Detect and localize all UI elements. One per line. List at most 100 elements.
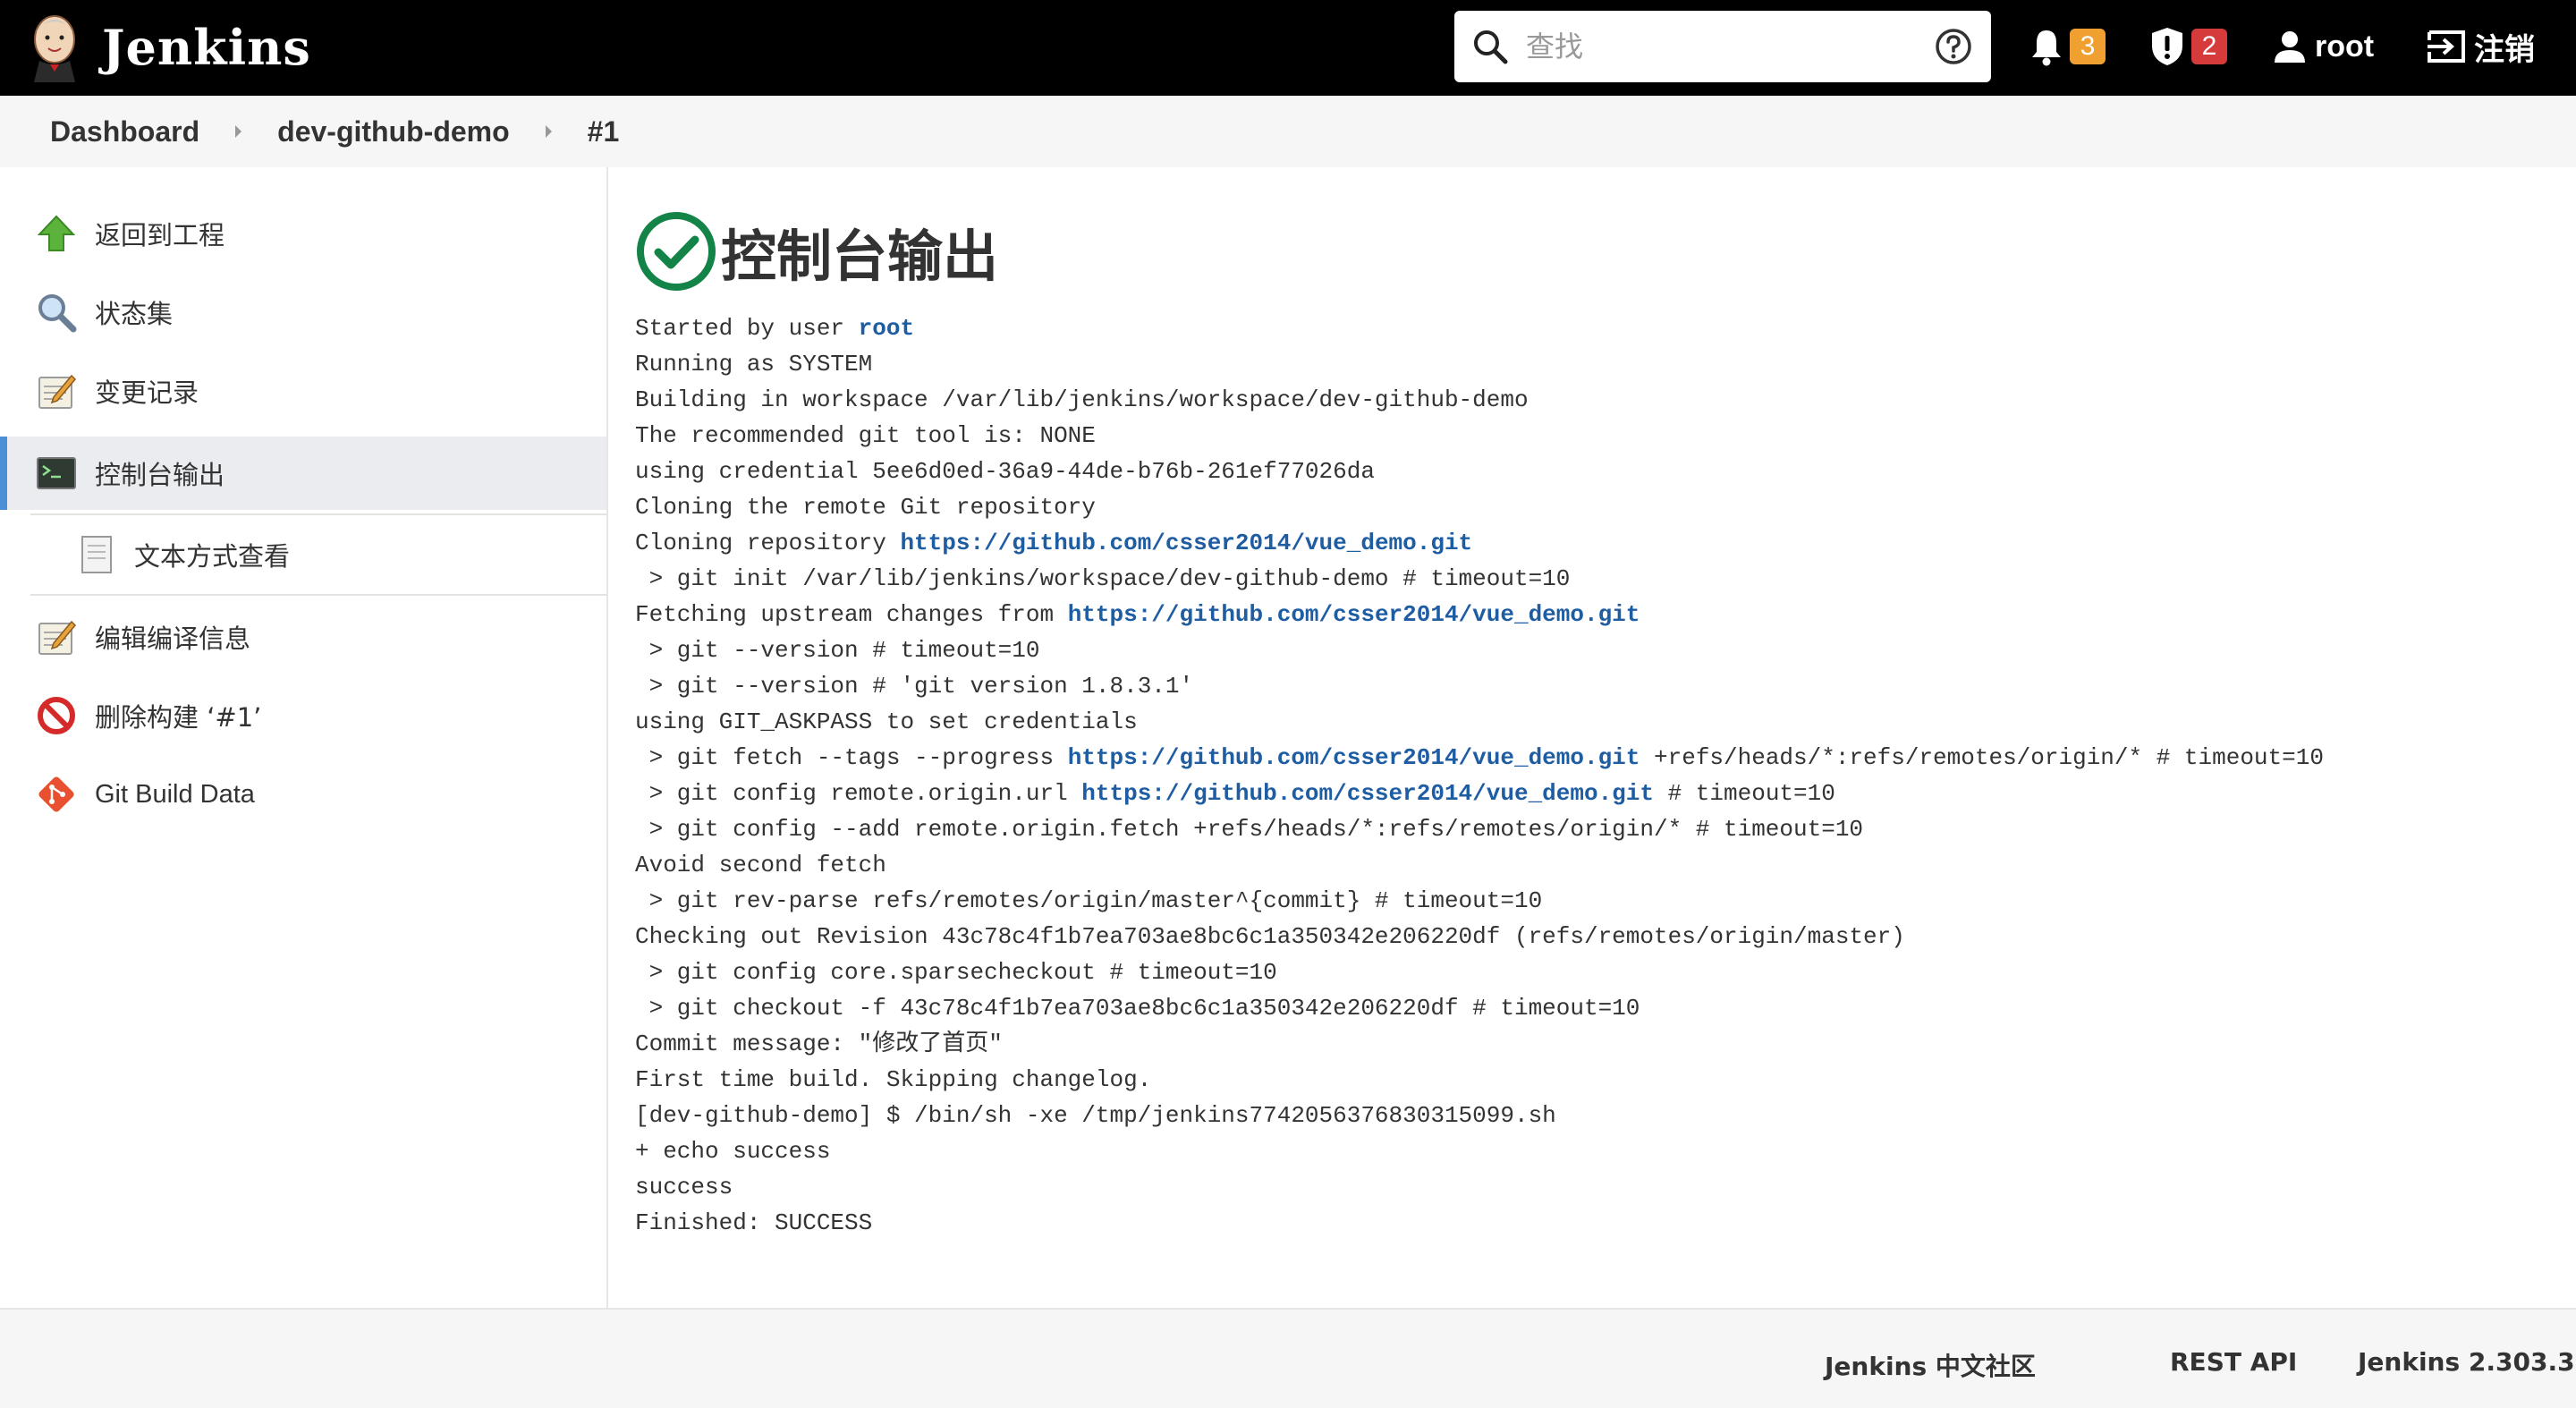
- console-line: Commit message: "修改了首页": [635, 1026, 2567, 1062]
- chevron-right-icon[interactable]: [235, 125, 242, 138]
- chevron-right-icon[interactable]: [545, 125, 552, 138]
- console-text: > git fetch --tags --progress: [635, 744, 1068, 771]
- console-text: Building in workspace /var/lib/jenkins/w…: [635, 386, 1529, 413]
- console-link[interactable]: https://github.com/csser2014/vue_demo.gi…: [1068, 744, 1640, 771]
- console-text: Cloning the remote Git repository: [635, 494, 1096, 521]
- console-text: > git checkout -f 43c78c4f1b7ea703ae8bc6…: [635, 995, 1640, 1022]
- notepad-icon: [38, 374, 77, 409]
- console-text: > git config --add remote.origin.fetch +…: [635, 816, 1864, 843]
- console-link[interactable]: https://github.com/csser2014/vue_demo.gi…: [1081, 780, 1654, 807]
- notifications-badge: 3: [2070, 29, 2106, 64]
- console-text: > git config remote.origin.url: [635, 780, 1082, 807]
- console-text: using credential 5ee6d0ed-36a9-44de-b76b…: [635, 458, 1375, 485]
- sidebar-item-console-output[interactable]: 控制台输出: [0, 437, 606, 510]
- footer-rest-api-link[interactable]: REST API: [2170, 1347, 2297, 1377]
- console-text: Started by user: [635, 315, 859, 342]
- bell-icon: [2032, 30, 2061, 66]
- jenkins-logo[interactable]: Jenkins: [27, 13, 311, 82]
- console-line: Cloning the remote Git repository: [635, 489, 2567, 525]
- console-line: success: [635, 1169, 2567, 1205]
- user-name: root: [2315, 29, 2375, 64]
- notifications-button[interactable]: 3: [2029, 25, 2106, 68]
- console-line: > git init /var/lib/jenkins/workspace/de…: [635, 561, 2567, 597]
- app-name: Jenkins: [102, 19, 311, 76]
- console-text: Avoid second fetch: [635, 852, 886, 878]
- console-line: Checking out Revision 43c78c4f1b7ea703ae…: [635, 919, 2567, 954]
- footer-version-link[interactable]: Jenkins 2.303.3: [2358, 1347, 2575, 1377]
- logout-label: 注销: [2474, 31, 2535, 68]
- sidebar-item-changes[interactable]: 变更记录: [0, 354, 606, 428]
- sidebar-item-git-build-data[interactable]: Git Build Data: [0, 758, 606, 831]
- console-line: + echo success: [635, 1133, 2567, 1169]
- search-input[interactable]: [1526, 23, 1884, 70]
- console-line: Finished: SUCCESS: [635, 1205, 2567, 1241]
- console-line: > git --version # 'git version 1.8.3.1': [635, 668, 2567, 704]
- console-link[interactable]: root: [859, 315, 914, 342]
- console-link[interactable]: https://github.com/csser2014/vue_demo.gi…: [1068, 601, 1640, 628]
- user-icon: [2275, 31, 2305, 63]
- sidebar: 返回到工程 状态集 变更记录 控制台输出 文本方式查看 编辑编译信息 删除构建 …: [0, 167, 608, 1308]
- console-text: > git --version # 'git version 1.8.3.1': [635, 673, 1194, 700]
- console-line: First time build. Skipping changelog.: [635, 1062, 2567, 1098]
- breadcrumb-build[interactable]: #1: [588, 115, 620, 148]
- console-line: [dev-github-demo] $ /bin/sh -xe /tmp/jen…: [635, 1098, 2567, 1133]
- console-text: > git init /var/lib/jenkins/workspace/de…: [635, 565, 1571, 592]
- console-text: success: [635, 1174, 733, 1200]
- logout-button[interactable]: 注销: [2426, 25, 2535, 68]
- console-text: + echo success: [635, 1138, 831, 1165]
- git-icon: [38, 776, 74, 812]
- console-text: Fetching upstream changes from: [635, 601, 1068, 628]
- console-text: > git config core.sparsecheckout # timeo…: [635, 959, 1277, 986]
- sidebar-item-status[interactable]: 状态集: [0, 276, 606, 349]
- console-line: Started by user root: [635, 310, 2567, 346]
- console-line: > git --version # timeout=10: [635, 632, 2567, 668]
- console-link[interactable]: https://github.com/csser2014/vue_demo.gi…: [900, 530, 1472, 556]
- terminal-icon: [37, 457, 76, 489]
- console-text: Finished: SUCCESS: [635, 1209, 873, 1236]
- console-text: [dev-github-demo] $ /bin/sh -xe /tmp/jen…: [635, 1102, 1556, 1129]
- console-line: The recommended git tool is: NONE: [635, 418, 2567, 454]
- up-arrow-icon: [37, 215, 76, 251]
- jenkins-butler-icon: [34, 15, 75, 82]
- console-text: > git rev-parse refs/remotes/origin/mast…: [635, 887, 1543, 914]
- footer-community-link[interactable]: Jenkins 中文社区: [1825, 1347, 2036, 1383]
- console-text: Checking out Revision 43c78c4f1b7ea703ae…: [635, 923, 1905, 950]
- console-line: > git config remote.origin.url https://g…: [635, 776, 2567, 811]
- console-text: Commit message: "修改了首页": [635, 1031, 1003, 1057]
- breadcrumb-project[interactable]: dev-github-demo: [277, 115, 510, 148]
- sidebar-item-plain-text[interactable]: 文本方式查看: [0, 518, 606, 591]
- console-text: The recommended git tool is: NONE: [635, 422, 1096, 449]
- console-text: > git --version # timeout=10: [635, 637, 1040, 664]
- breadcrumb-dashboard[interactable]: Dashboard: [50, 115, 199, 148]
- divider: [30, 594, 606, 596]
- document-icon: [81, 536, 112, 573]
- security-badge: 2: [2191, 29, 2227, 64]
- console-line: Building in workspace /var/lib/jenkins/w…: [635, 382, 2567, 418]
- sidebar-item-edit-build-info[interactable]: 编辑编译信息: [0, 600, 606, 674]
- search-box[interactable]: [1454, 11, 1991, 82]
- logout-icon: [2428, 30, 2465, 63]
- shield-alert-icon: [2152, 28, 2182, 65]
- console-line: using credential 5ee6d0ed-36a9-44de-b76b…: [635, 454, 2567, 489]
- search-icon: [1474, 30, 1508, 64]
- notepad-icon: [38, 620, 77, 655]
- top-header: Jenkins 3 2 root: [0, 0, 2576, 96]
- console-line: > git checkout -f 43c78c4f1b7ea703ae8bc6…: [635, 990, 2567, 1026]
- user-menu[interactable]: root: [2272, 25, 2374, 68]
- console-line: > git rev-parse refs/remotes/origin/mast…: [635, 883, 2567, 919]
- success-check-icon: [637, 212, 716, 291]
- security-button[interactable]: 2: [2148, 25, 2227, 68]
- console-line: using GIT_ASKPASS to set credentials: [635, 704, 2567, 740]
- console-line: > git config --add remote.origin.fetch +…: [635, 811, 2567, 847]
- console-text: First time build. Skipping changelog.: [635, 1066, 1152, 1093]
- console-text: # timeout=10: [1654, 780, 1835, 807]
- console-line: > git config core.sparsecheckout # timeo…: [635, 954, 2567, 990]
- sidebar-item-back-to-project[interactable]: 返回到工程: [0, 197, 606, 270]
- footer: Jenkins 中文社区 REST API Jenkins 2.303.3: [0, 1308, 2576, 1408]
- sidebar-item-delete-build[interactable]: 删除构建 ‘#1’: [0, 679, 606, 752]
- main-content: 控制台输出 Started by user root Running as SYS…: [635, 167, 2576, 1308]
- console-line: Running as SYSTEM: [635, 346, 2567, 382]
- help-icon[interactable]: [1934, 27, 1973, 66]
- console-line: Fetching upstream changes from https://g…: [635, 597, 2567, 632]
- divider: [30, 513, 606, 515]
